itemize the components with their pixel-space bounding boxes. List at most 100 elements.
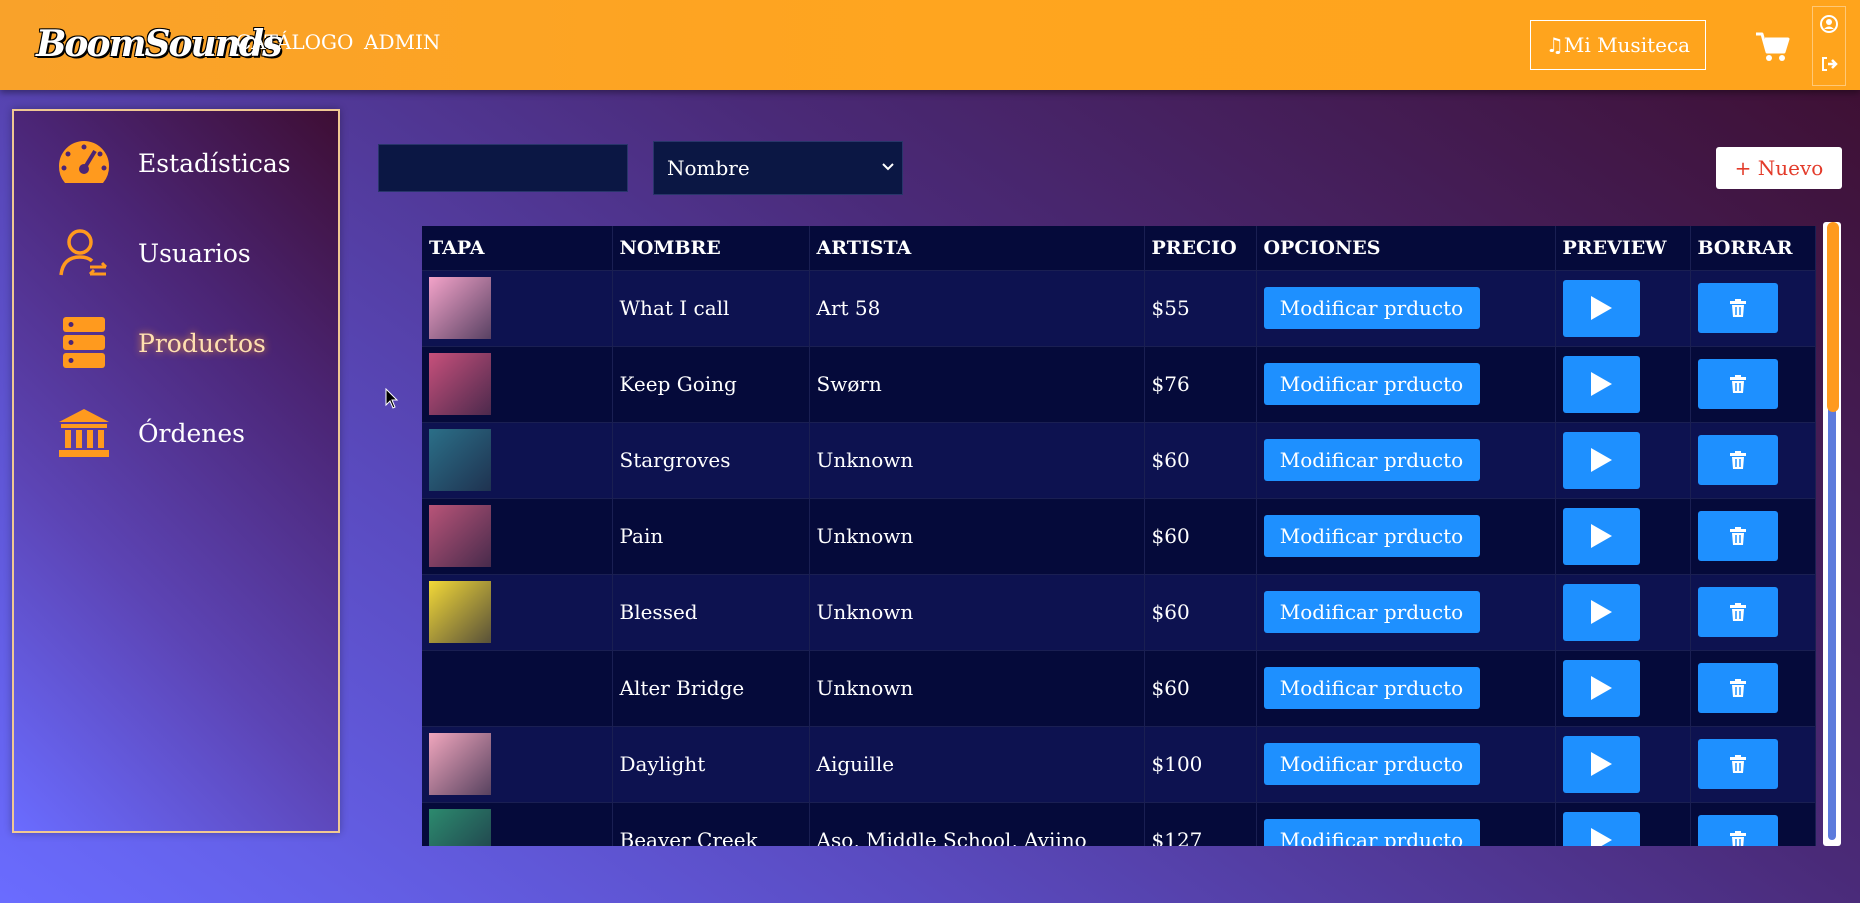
column-header-nombre: NOMBRE	[612, 226, 810, 270]
cell-preview	[1555, 345, 1691, 422]
delete-product-button[interactable]	[1697, 739, 1778, 789]
trash-icon	[1729, 375, 1746, 393]
cart-icon[interactable]	[1756, 32, 1790, 62]
sort-select[interactable]: Nombre	[653, 141, 903, 195]
nav-catalogo-link[interactable]: CATÁLOGO	[236, 30, 353, 54]
trash-icon	[1729, 755, 1746, 773]
cell-opciones: Modificar prducto	[1256, 801, 1556, 846]
table-row: Blessed Unknown $60 Modificar prducto	[422, 573, 1816, 650]
play-preview-button[interactable]	[1562, 811, 1640, 846]
modify-product-button[interactable]: Modificar prducto	[1263, 591, 1480, 633]
speedometer-icon	[56, 135, 112, 191]
bank-icon	[56, 405, 112, 461]
cell-borrar	[1690, 801, 1816, 846]
trash-icon	[1729, 603, 1746, 621]
play-preview-button[interactable]	[1562, 735, 1640, 793]
album-cover-image	[429, 429, 491, 491]
cell-opciones: Modificar prducto	[1256, 649, 1556, 726]
play-preview-button[interactable]	[1562, 279, 1640, 337]
server-icon	[56, 315, 112, 371]
search-input[interactable]	[378, 144, 628, 192]
modify-product-button[interactable]: Modificar prducto	[1263, 743, 1480, 785]
trash-icon	[1729, 527, 1746, 545]
cell-borrar	[1690, 725, 1816, 802]
sidebar-item-productos[interactable]: Productos	[56, 313, 266, 373]
delete-product-button[interactable]	[1697, 283, 1778, 333]
modify-product-button[interactable]: Modificar prducto	[1263, 515, 1480, 557]
album-cover-image	[429, 809, 491, 846]
modify-product-button[interactable]: Modificar prducto	[1263, 667, 1480, 709]
table-row: Daylight Aiguille $100 Modificar prducto	[422, 725, 1816, 802]
cell-borrar	[1690, 345, 1816, 422]
delete-product-button[interactable]	[1697, 511, 1778, 561]
play-icon	[1591, 828, 1612, 846]
album-cover-image	[429, 353, 491, 415]
mi-musiteca-button[interactable]: ♫Mi Musiteca	[1530, 20, 1706, 70]
delete-product-button[interactable]	[1697, 435, 1778, 485]
sidebar-item-usuarios[interactable]: Usuarios	[56, 223, 251, 283]
cell-borrar	[1690, 573, 1816, 650]
sidebar-item-estadisticas[interactable]: Estadísticas	[56, 133, 291, 193]
cell-opciones: Modificar prducto	[1256, 345, 1556, 422]
sort-select-value: Nombre	[667, 156, 750, 180]
brand-logo[interactable]: BoomSounds	[36, 18, 282, 70]
modify-product-button[interactable]: Modificar prducto	[1263, 819, 1480, 846]
play-preview-button[interactable]	[1562, 659, 1640, 717]
sidebar-item-label: Órdenes	[138, 418, 245, 448]
cell-artista: Art 58	[809, 269, 1145, 346]
play-icon	[1591, 752, 1612, 776]
cell-artista: Aiguille	[809, 725, 1145, 802]
products-table-container[interactable]: TAPA NOMBRE ARTISTA PRECIO OPCIONES PREVIEW BO…	[422, 226, 1822, 846]
delete-product-button[interactable]	[1697, 587, 1778, 637]
cell-nombre: Blessed	[612, 573, 810, 650]
sidebar-item-label: Usuarios	[138, 238, 251, 268]
trash-icon	[1729, 299, 1746, 317]
nav-admin-link[interactable]: ADMIN	[364, 30, 440, 54]
cell-precio: $60	[1144, 573, 1257, 650]
trash-icon	[1729, 831, 1746, 846]
cell-artista: Unknown	[809, 421, 1145, 498]
admin-sidebar: Estadísticas Usuarios Productos Órdenes	[12, 109, 340, 833]
user-icon[interactable]	[1820, 15, 1838, 33]
play-icon	[1591, 600, 1612, 624]
table-row: What I call Art 58 $55 Modificar prducto	[422, 269, 1816, 346]
play-preview-button[interactable]	[1562, 507, 1640, 565]
delete-product-button[interactable]	[1697, 815, 1778, 846]
logout-icon[interactable]	[1820, 55, 1838, 73]
cell-precio: $127	[1144, 801, 1257, 846]
column-header-precio: PRECIO	[1144, 226, 1257, 270]
album-cover-image	[429, 277, 491, 339]
cell-tapa	[422, 725, 613, 802]
modify-product-button[interactable]: Modificar prducto	[1263, 287, 1480, 329]
cell-nombre: What I call	[612, 269, 810, 346]
modify-product-button[interactable]: Modificar prducto	[1263, 363, 1480, 405]
table-row: Alter Bridge Unknown $60 Modificar prducto	[422, 649, 1816, 726]
delete-product-button[interactable]	[1697, 359, 1778, 409]
cell-precio: $55	[1144, 269, 1257, 346]
play-preview-button[interactable]	[1562, 355, 1640, 413]
user-exchange-icon	[56, 225, 112, 281]
cell-opciones: Modificar prducto	[1256, 269, 1556, 346]
cell-precio: $60	[1144, 649, 1257, 726]
cell-tapa	[422, 649, 613, 726]
table-row: Stargroves Unknown $60 Modificar prducto	[422, 421, 1816, 498]
play-icon	[1591, 448, 1612, 472]
play-preview-button[interactable]	[1562, 583, 1640, 641]
sidebar-item-label: Estadísticas	[138, 148, 291, 178]
play-preview-button[interactable]	[1562, 431, 1640, 489]
cell-nombre: Alter Bridge	[612, 649, 810, 726]
new-product-button[interactable]: + Nuevo	[1716, 147, 1842, 189]
table-row: Keep Going Swørn $76 Modificar prducto	[422, 345, 1816, 422]
cell-borrar	[1690, 421, 1816, 498]
column-header-borrar: BORRAR	[1690, 226, 1816, 270]
cell-preview	[1555, 649, 1691, 726]
trash-icon	[1729, 451, 1746, 469]
trash-icon	[1729, 679, 1746, 697]
sidebar-item-ordenes[interactable]: Órdenes	[56, 403, 245, 463]
scrollbar-thumb[interactable]	[1827, 222, 1839, 412]
cell-tapa	[422, 497, 613, 574]
table-scrollbar[interactable]	[1823, 222, 1841, 846]
delete-product-button[interactable]	[1697, 663, 1778, 713]
modify-product-button[interactable]: Modificar prducto	[1263, 439, 1480, 481]
cell-borrar	[1690, 269, 1816, 346]
